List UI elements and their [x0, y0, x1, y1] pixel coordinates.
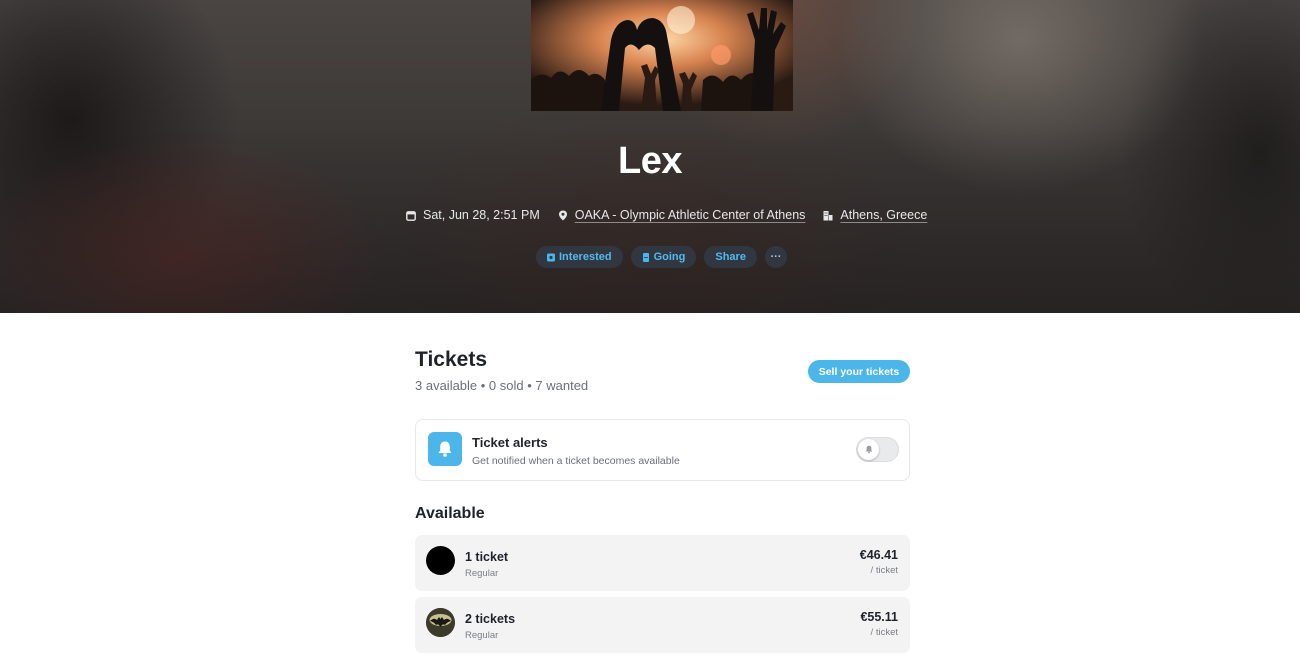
available-heading: Available — [415, 505, 485, 522]
event-hero: Lex Sat, Jun 28, 2:51 PM OAKA - Olympic … — [0, 0, 1300, 313]
interested-label: Interested — [559, 251, 612, 263]
listing-type: Regular — [465, 630, 499, 641]
event-city[interactable]: Athens, Greece — [823, 208, 927, 222]
location-pin-icon — [558, 210, 567, 220]
city-buildings-icon — [823, 210, 833, 220]
event-date-text: Sat, Jun 28, 2:51 PM — [423, 208, 540, 222]
ticket-alerts-subtitle: Get notified when a ticket becomes avail… — [472, 455, 680, 467]
sell-tickets-button[interactable]: Sell your tickets — [808, 360, 910, 383]
listing-quantity: 1 ticket — [465, 550, 509, 564]
listing-quantity: 2 tickets — [465, 612, 516, 626]
city-link[interactable]: Athens, Greece — [840, 208, 927, 222]
more-dots-icon: ··· — [770, 251, 782, 263]
bell-small-icon — [865, 445, 872, 454]
event-date: Sat, Jun 28, 2:51 PM — [406, 208, 540, 222]
event-title: Lex — [618, 140, 682, 182]
seller-avatar — [426, 608, 455, 637]
more-options-button[interactable]: ··· — [764, 246, 787, 268]
ticket-listing[interactable]: 2 tickets Regular €55.11 / ticket — [415, 597, 910, 653]
ticket-alerts-card: Ticket alerts Get notified when a ticket… — [415, 419, 910, 481]
ticket-alerts-title: Ticket alerts — [472, 435, 548, 450]
seller-avatar — [426, 546, 455, 575]
share-label: Share — [715, 251, 746, 263]
share-button[interactable]: Share — [704, 246, 757, 268]
interested-button[interactable]: Interested — [536, 246, 623, 268]
event-meta-row: Sat, Jun 28, 2:51 PM OAKA - Olympic Athl… — [406, 206, 927, 224]
star-box-icon — [547, 253, 555, 261]
tickets-heading: Tickets — [415, 348, 487, 371]
going-button[interactable]: Going — [630, 246, 697, 268]
going-label: Going — [653, 251, 686, 263]
bell-icon-badge — [428, 432, 462, 466]
event-actions: Interested Going Share ··· — [536, 246, 787, 268]
tickets-stats: 3 available • 0 sold • 7 wanted — [415, 378, 589, 393]
ticket-icon — [642, 252, 649, 262]
event-cover-image — [531, 0, 793, 111]
listing-price: €46.41 — [859, 548, 898, 562]
bell-icon — [438, 441, 452, 457]
listing-unit: / ticket — [870, 627, 898, 638]
listing-unit: / ticket — [870, 565, 898, 576]
event-venue[interactable]: OAKA - Olympic Athletic Center of Athens — [558, 208, 806, 222]
venue-link[interactable]: OAKA - Olympic Athletic Center of Athens — [575, 208, 806, 222]
ticket-listing[interactable]: 1 ticket Regular €46.41 / ticket — [415, 535, 910, 591]
ticket-alerts-toggle[interactable] — [856, 437, 899, 462]
bat-logo-icon — [426, 608, 455, 637]
calendar-icon — [406, 210, 416, 221]
listing-type: Regular — [465, 568, 499, 579]
toggle-knob — [858, 439, 879, 460]
listing-price: €55.11 — [860, 610, 898, 624]
